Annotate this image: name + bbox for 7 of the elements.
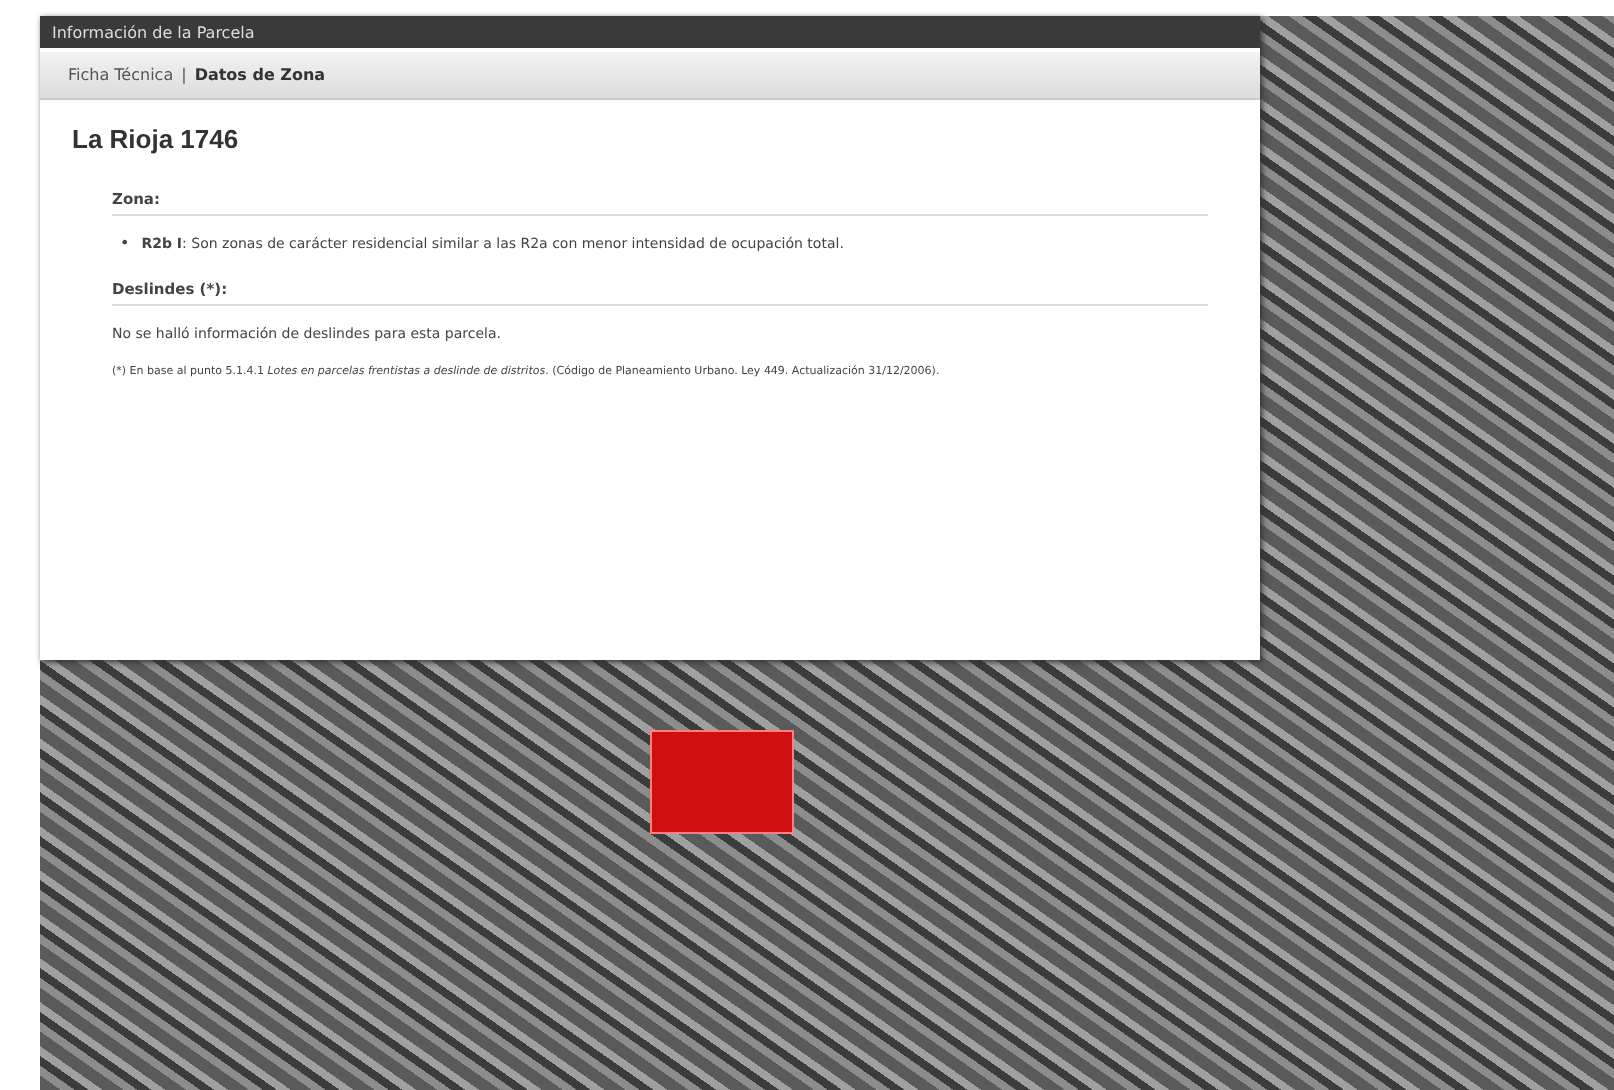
bullet-mark: • — [120, 234, 130, 252]
tab-separator: | — [181, 66, 187, 84]
parcel-heading: La Rioja 1746 — [72, 124, 241, 154]
tab[interactable]: Datos de Zona — [194, 66, 326, 84]
window-title: Información de la Parcela — [52, 23, 255, 41]
parcel-highlight — [650, 730, 794, 834]
tab[interactable]: Ficha Técnica — [68, 66, 174, 84]
